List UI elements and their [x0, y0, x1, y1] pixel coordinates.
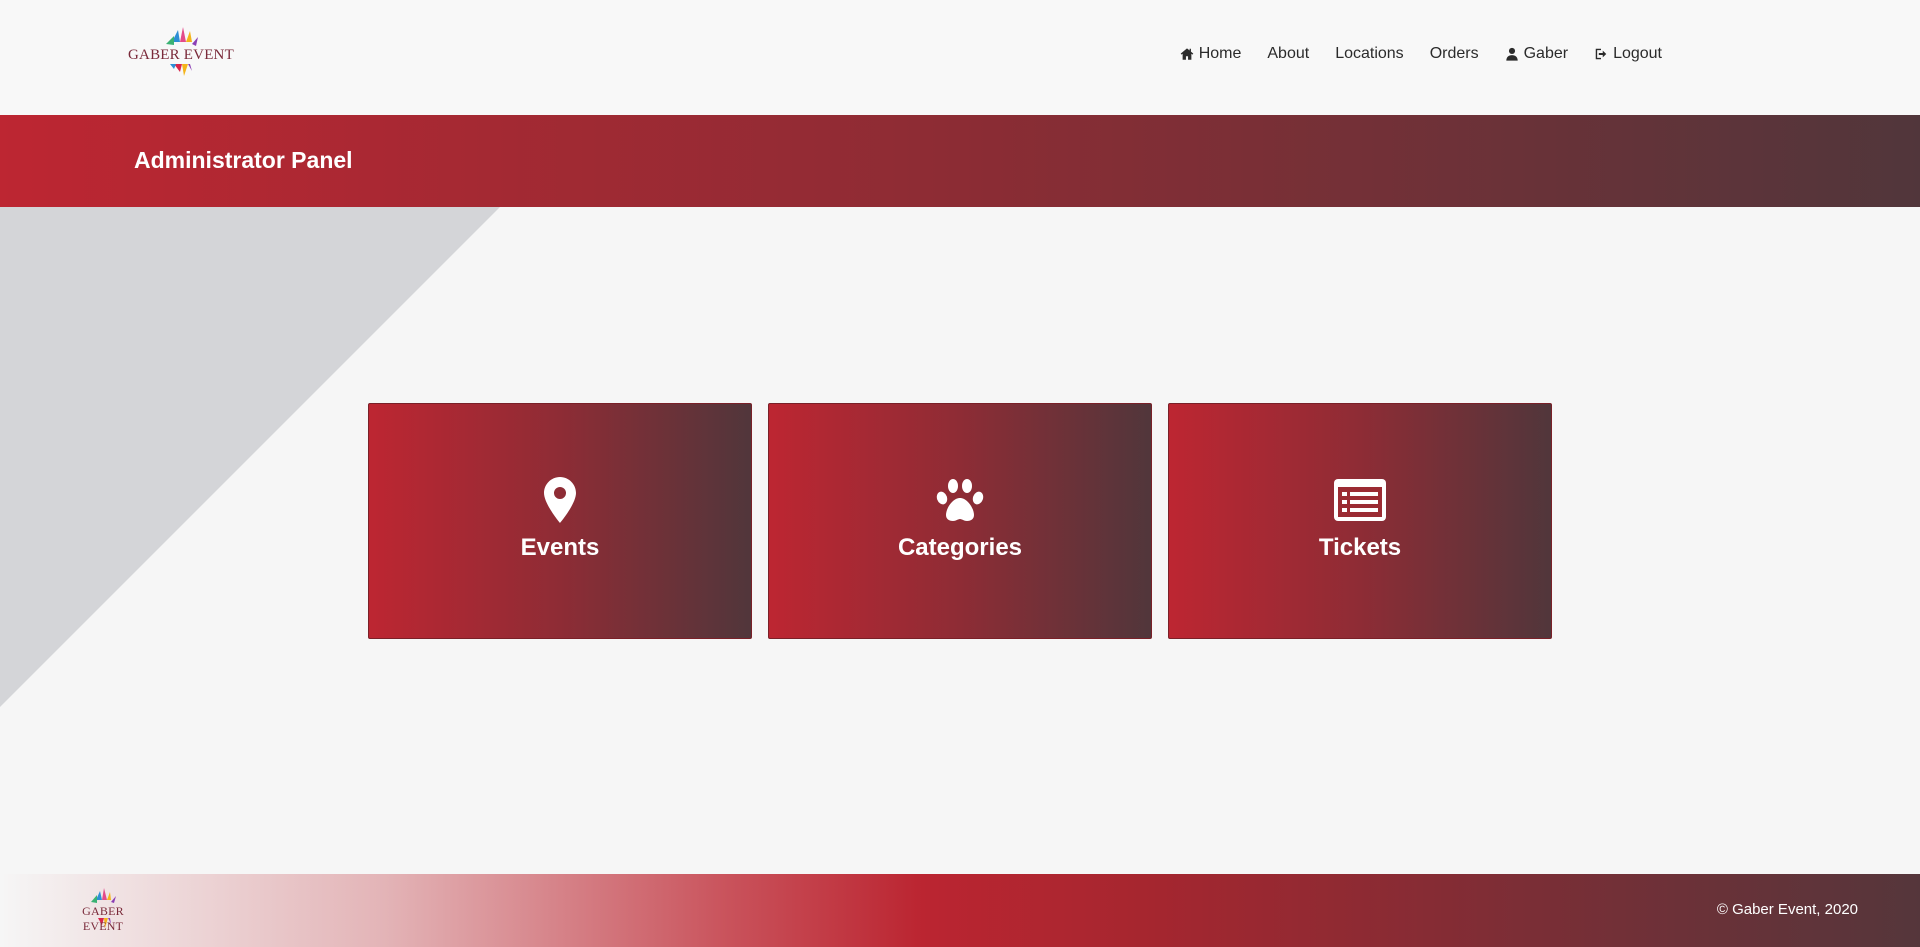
page-title: Administrator Panel: [134, 147, 353, 173]
footer: GABER EVENT © Gaber Event, 2020: [0, 874, 1920, 947]
top-navbar: GABER EVENT Home About Locations Orders …: [0, 0, 1920, 115]
categories-card[interactable]: Categories: [768, 403, 1152, 639]
logout-icon: [1595, 48, 1607, 60]
nav-home[interactable]: Home: [1180, 45, 1242, 63]
nav-locations-label: Locations: [1335, 45, 1404, 62]
events-card[interactable]: Events: [368, 403, 752, 639]
nav-orders-label: Orders: [1429, 45, 1479, 62]
brand-logo[interactable]: GABER EVENT: [128, 24, 234, 80]
nav-locations[interactable]: Locations: [1335, 45, 1404, 63]
nav-about[interactable]: About: [1267, 45, 1309, 63]
nav-orders[interactable]: Orders: [1430, 45, 1479, 63]
main-nav: Home About Locations Orders Gaber Logout: [1180, 42, 1662, 66]
tickets-card-label: Tickets: [1318, 534, 1402, 561]
logo-text: GABER EVENT: [128, 47, 234, 63]
admin-banner: Administrator Panel: [0, 115, 1920, 207]
nav-logout-label: Logout: [1613, 45, 1662, 62]
nav-home-label: Home: [1198, 45, 1242, 62]
copyright-text: © Gaber Event, 2020: [1716, 901, 1858, 918]
footer-logo-text: GABER EVENT: [82, 904, 124, 933]
events-card-label: Events: [520, 534, 600, 561]
nav-logout[interactable]: Logout: [1594, 45, 1662, 63]
tickets-card[interactable]: Tickets: [1168, 403, 1552, 639]
nav-user[interactable]: Gaber: [1505, 45, 1568, 63]
user-icon: [1505, 47, 1518, 61]
categories-card-label: Categories: [897, 534, 1023, 561]
home-icon: [1180, 48, 1193, 60]
nav-user-label: Gaber: [1523, 45, 1569, 62]
list-alt-icon: [1334, 476, 1386, 524]
paw-icon: [936, 476, 984, 524]
admin-cards: Events Categories Tickets: [368, 403, 1552, 639]
nav-about-label: About: [1267, 45, 1310, 62]
map-marker-icon: [544, 476, 576, 524]
footer-logo[interactable]: GABER EVENT: [62, 886, 144, 933]
